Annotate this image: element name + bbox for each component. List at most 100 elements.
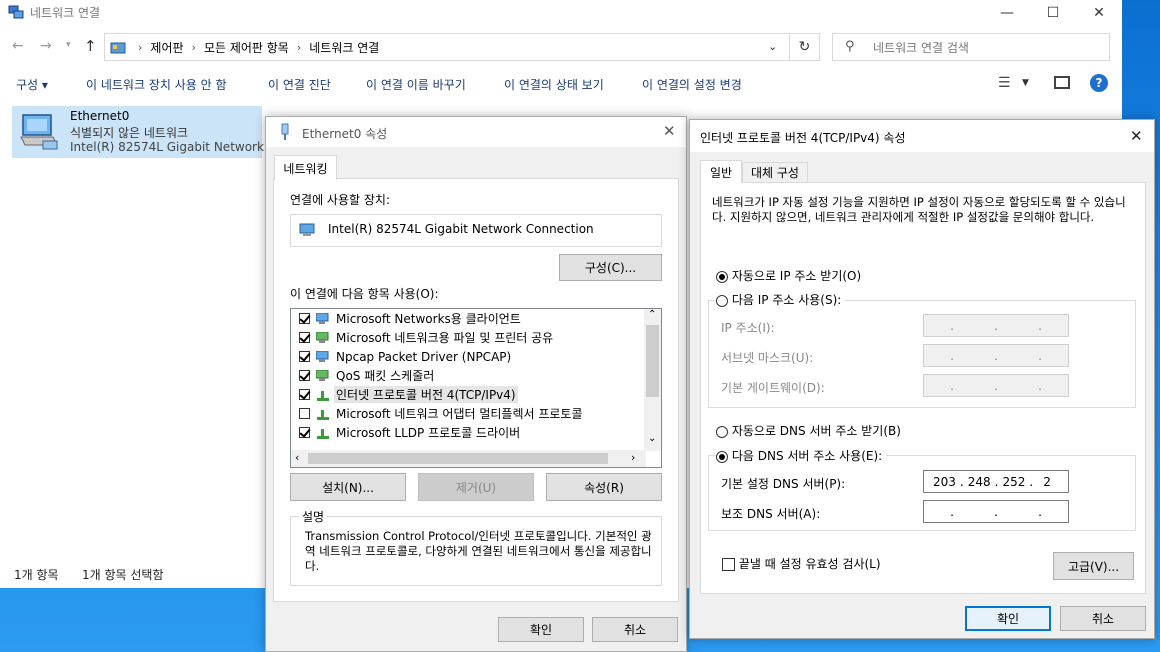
preview-pane-icon[interactable] [1054,76,1070,89]
search-placeholder: 네트워크 연결 검색 [873,41,969,55]
item-label: Microsoft LLDP 프로토콜 드라이버 [336,426,521,440]
dns-octet: 252 [1002,474,1026,489]
search-icon: ⚲ [845,39,855,54]
scroll-down-icon[interactable]: ⌄ [648,433,656,444]
install-button[interactable]: 설치(N)... [290,473,406,501]
dns-octet: 203 [933,474,956,489]
view-dropdown-icon[interactable]: ▼ [1022,78,1029,88]
manual-ip-option[interactable]: 다음 IP 주소 사용(S): [716,291,846,308]
diagnose-command[interactable]: 이 연결 진단 [268,76,331,93]
component-list[interactable]: Microsoft Networks용 클라이언트 Microsoft 네트워크… [290,308,662,468]
breadcrumb-item[interactable]: 모든 제어판 항목 [204,39,289,56]
rename-command[interactable]: 이 연결 이름 바꾸기 [366,76,466,93]
list-item[interactable]: Microsoft LLDP 프로토콜 드라이버 [299,423,522,442]
close-icon[interactable]: ✕ [1130,127,1143,145]
auto-dns-option[interactable]: 자동으로 DNS 서버 주소 받기(B) [716,422,901,439]
list-item-selected[interactable]: 인터넷 프로토콜 버전 4(TCP/IPv4) [299,385,518,404]
tab-general[interactable]: 일반 [700,160,742,183]
list-item[interactable]: Microsoft Networks용 클라이언트 [299,309,523,328]
validate-checkbox[interactable] [722,558,735,571]
auto-ip-label: 자동으로 IP 주소 받기(O) [731,269,862,283]
item-checkbox[interactable] [299,351,310,362]
breadcrumb-item[interactable]: 제어판 [150,39,183,56]
alternate-dns-field[interactable]: ... [923,500,1069,523]
scroll-thumb[interactable] [308,453,608,464]
advanced-button[interactable]: 고급(V)... [1053,552,1134,580]
breadcrumb-item[interactable]: 네트워크 연결 [309,39,379,56]
ok-button[interactable]: 확인 [965,606,1051,631]
view-options-icon[interactable]: ☰ [998,75,1011,91]
explorer-titlebar[interactable]: 네트워크 연결 — ☐ ✕ [0,0,1122,26]
close-icon[interactable]: ✕ [663,122,676,140]
auto-ip-radio[interactable] [716,270,728,283]
protocol-icon [316,389,330,401]
maximize-button[interactable]: ☐ [1030,0,1076,26]
refresh-button[interactable]: ↻ [790,33,820,61]
horizontal-scrollbar[interactable]: ‹ › [291,450,646,467]
auto-ip-option[interactable]: 자동으로 IP 주소 받기(O) [716,267,861,284]
scroll-left-icon[interactable]: ‹ [295,451,299,464]
view-status-command[interactable]: 이 연결의 상태 보기 [504,76,604,93]
manual-dns-option[interactable]: 다음 DNS 서버 주소 사용(E): [716,447,887,464]
ip-address-field: ... [923,314,1069,337]
item-checkbox[interactable] [299,408,310,419]
scroll-right-icon[interactable]: › [631,451,635,464]
recent-chevron-icon[interactable]: ▾ [66,40,71,50]
change-settings-command[interactable]: 이 연결의 설정 변경 [642,76,742,93]
close-button[interactable]: ✕ [1076,0,1122,26]
properties-button[interactable]: 속성(R) [546,473,662,501]
breadcrumb-separator: › [191,41,196,54]
item-checkbox[interactable] [299,332,310,343]
dns-octet: 248 [967,474,991,489]
tab-alternate-configuration[interactable]: 대체 구성 [742,162,808,182]
validate-option[interactable]: 끝낼 때 설정 유효성 검사(L) [722,555,881,572]
item-checkbox[interactable] [299,389,310,400]
item-label: Microsoft 네트워크용 파일 및 프린터 공유 [336,331,554,345]
item-checkbox[interactable] [299,370,310,381]
auto-dns-radio[interactable] [716,425,728,438]
network-service-icon [315,369,330,382]
configure-button[interactable]: 구성(C)... [559,254,662,281]
list-item[interactable]: Microsoft 네트워크용 파일 및 프린터 공유 [299,328,555,347]
back-icon[interactable]: ← [12,38,24,54]
address-dropdown-icon[interactable]: ⌄ [768,40,777,53]
up-icon[interactable]: ↑ [84,37,97,55]
forward-icon[interactable]: → [40,38,52,54]
items-label: 이 연결에 다음 항목 사용(O): [290,287,439,301]
cancel-button[interactable]: 취소 [1060,606,1146,631]
control-panel-icon [110,40,126,56]
manual-ip-radio[interactable] [716,294,728,307]
tab-networking[interactable]: 네트워킹 [274,155,337,180]
adapter-icon [299,223,317,240]
ethernet0-connection-item[interactable]: Ethernet0 식별되지 않은 네트워크 Intel(R) 82574L G… [12,106,279,158]
cancel-button[interactable]: 취소 [592,617,678,642]
scroll-up-icon[interactable]: ⌃ [648,309,656,320]
help-icon[interactable]: ? [1090,74,1108,92]
alternate-dns-label: 보조 DNS 서버(A): [721,507,821,521]
list-item[interactable]: Microsoft 네트워크 어댑터 멀티플렉서 프로토콜 [299,404,585,423]
disable-device-command[interactable]: 이 네트워크 장치 사용 안 함 [86,76,227,93]
list-item[interactable]: Npcap Packet Driver (NPCAP) [299,347,513,366]
manual-dns-radio[interactable] [716,450,728,463]
network-connections-icon [8,4,24,20]
minimize-button[interactable]: — [984,0,1030,26]
item-checkbox[interactable] [299,427,310,438]
vertical-scrollbar[interactable]: ⌃ ⌄ [644,309,661,451]
list-item[interactable]: QoS 패킷 스케줄러 [299,366,436,385]
connection-device: Intel(R) 82574L Gigabit Network ... [70,140,280,154]
ip-address-label: IP 주소(I): [721,321,775,335]
search-input[interactable]: ⚲ 네트워크 연결 검색 [832,33,1110,61]
network-service-icon [315,331,330,344]
item-label: Microsoft Networks용 클라이언트 [336,312,521,326]
description-group: 설명 Transmission Control Protocol/인터넷 프로토… [290,508,662,586]
auto-dns-label: 자동으로 DNS 서버 주소 받기(B) [731,424,901,438]
connection-name: Ethernet0 [70,109,130,123]
scroll-thumb[interactable] [646,325,659,397]
network-adapter-icon [17,111,61,156]
item-checkbox[interactable] [299,313,310,324]
organize-menu[interactable]: 구성 ▾ [16,76,48,93]
preferred-dns-field[interactable]: 203. 248. 252. 2 [923,470,1069,493]
selected-count: 1개 항목 선택함 [82,568,164,582]
protocol-icon [316,427,330,439]
ok-button[interactable]: 확인 [498,617,584,642]
